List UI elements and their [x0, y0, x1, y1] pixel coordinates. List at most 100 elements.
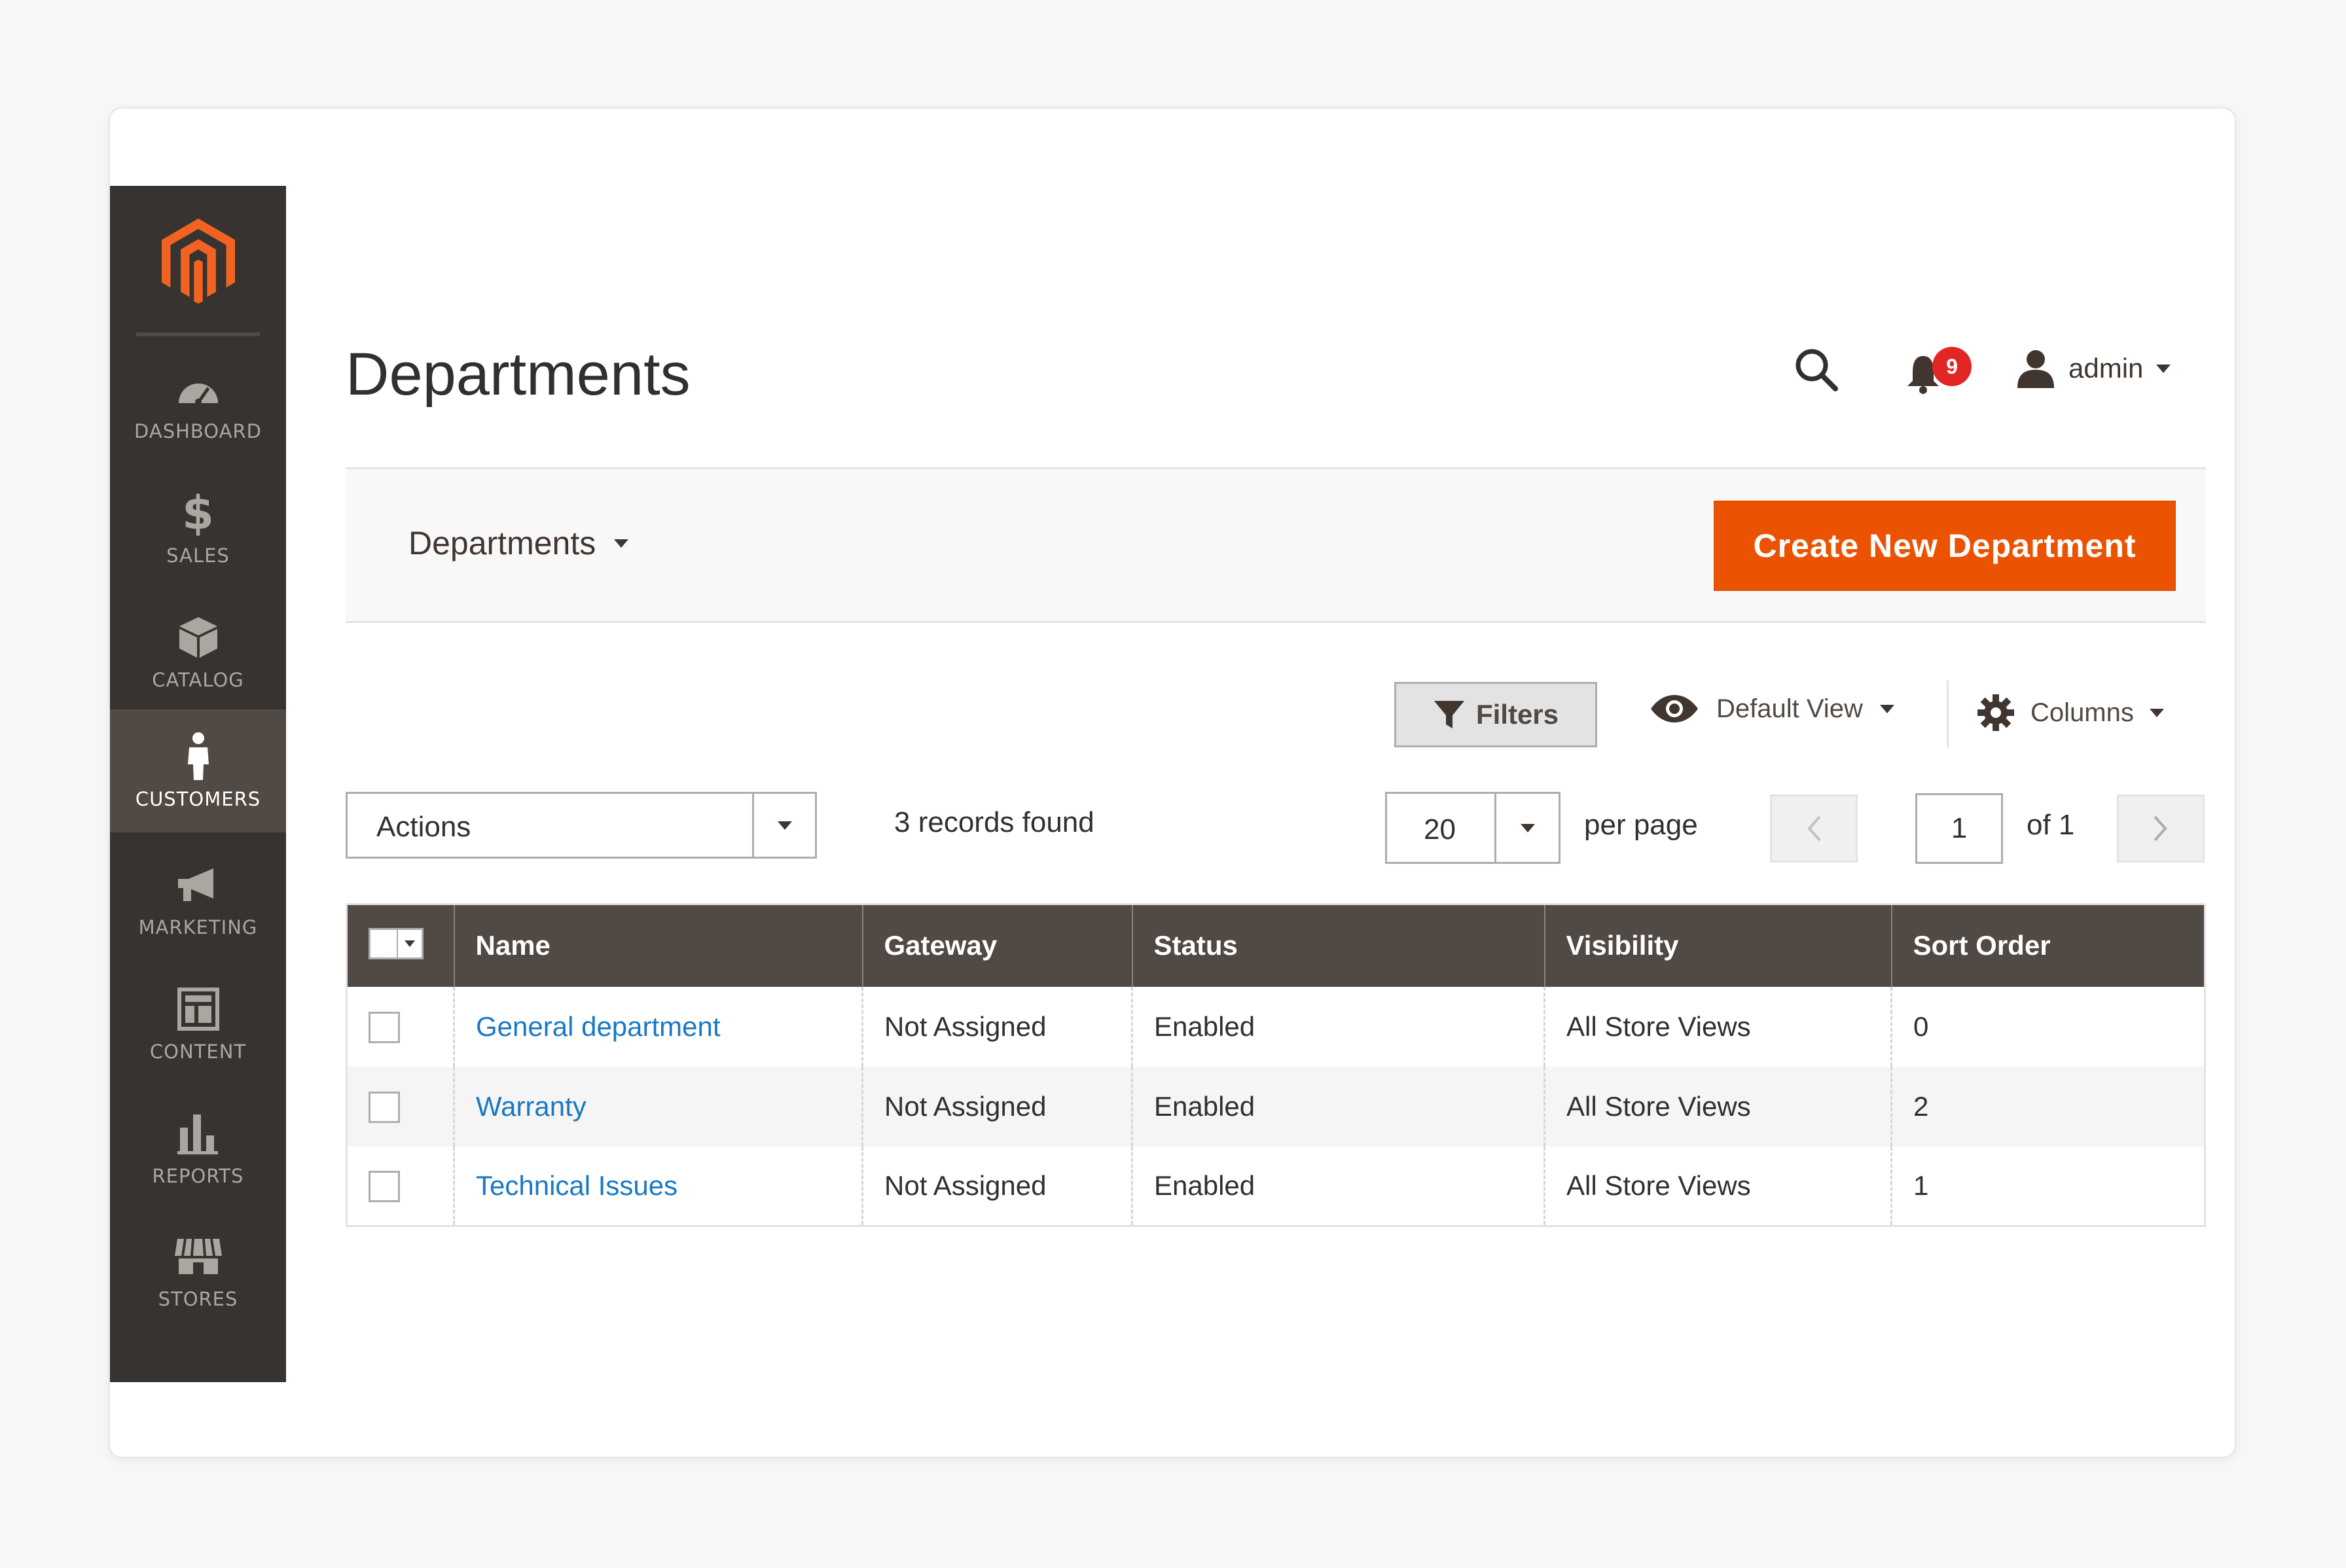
current-page-input[interactable]: 1: [1915, 793, 2003, 864]
sidebar-item-customers[interactable]: CUSTOMERS: [110, 709, 286, 832]
dashboard-icon: [173, 364, 223, 414]
create-new-department-button[interactable]: Create New Department: [1714, 501, 2176, 591]
sidebar-item-label: REPORTS: [152, 1165, 244, 1187]
scope-label: Departments: [408, 525, 596, 561]
column-header-name[interactable]: Name: [454, 904, 863, 987]
sidebar-item-sales[interactable]: $ SALES: [110, 467, 286, 588]
table-row: Technical Issues Not Assigned Enabled Al…: [346, 1146, 2205, 1226]
row-select-cell: [346, 986, 455, 1067]
mass-select-control[interactable]: [369, 927, 424, 959]
previous-page-button[interactable]: [1770, 794, 1858, 863]
chevron-left-icon: [1807, 815, 1821, 842]
table-row: Warranty Not Assigned Enabled All Store …: [346, 1066, 2205, 1147]
admin-sidebar: DASHBOARD $ SALES CATALOG CUSTOMERS MARK…: [110, 186, 286, 1382]
department-link[interactable]: Warranty: [476, 1091, 586, 1122]
mass-select-toggle[interactable]: [398, 929, 422, 957]
chevron-down-icon: [777, 821, 792, 830]
sidebar-item-content[interactable]: CONTENT: [110, 963, 286, 1084]
table-row: General department Not Assigned Enabled …: [346, 986, 2205, 1067]
row-checkbox[interactable]: [369, 1091, 400, 1123]
actions-dropdown-toggle[interactable]: [752, 794, 815, 857]
per-page-value: 20: [1424, 813, 1456, 846]
column-header-gateway[interactable]: Gateway: [862, 904, 1133, 987]
column-header-status[interactable]: Status: [1132, 904, 1545, 987]
sidebar-item-label: CATALOG: [152, 669, 244, 691]
department-link[interactable]: Technical Issues: [476, 1170, 677, 1201]
records-count: 3 records found: [894, 806, 1094, 838]
per-page-label: per page: [1584, 809, 1698, 841]
sidebar-item-label: MARKETING: [138, 916, 258, 938]
sort-order-cell: 1: [1913, 1169, 1929, 1201]
chevron-down-icon: [2156, 364, 2171, 373]
sort-order-cell: 2: [1891, 1066, 2205, 1147]
chevron-down-icon: [405, 940, 415, 947]
filters-label: Filters: [1475, 699, 1559, 730]
row-checkbox[interactable]: [369, 1011, 400, 1043]
visibility-cell: All Store Views: [1544, 1066, 1892, 1147]
next-page-button[interactable]: [2117, 794, 2205, 863]
box-icon: [173, 613, 223, 662]
sidebar-item-dashboard[interactable]: DASHBOARD: [110, 343, 286, 463]
sidebar-item-stores[interactable]: STORES: [110, 1211, 286, 1331]
column-header-visibility[interactable]: Visibility: [1544, 904, 1892, 987]
chevron-down-icon: [614, 539, 629, 548]
columns-label: Columns: [2030, 698, 2134, 727]
name-cell: Technical Issues: [454, 1146, 863, 1226]
layout-icon: [173, 984, 223, 1034]
column-header-sort-order[interactable]: Sort Order: [1891, 904, 2205, 987]
status-cell: Enabled: [1132, 1146, 1545, 1226]
page-title: Departments: [346, 341, 691, 408]
per-page-toggle[interactable]: [1494, 794, 1559, 862]
per-page-select[interactable]: 20: [1385, 792, 1561, 864]
status-cell: Enabled: [1132, 986, 1545, 1067]
content-card: [109, 107, 2236, 1458]
gateway-cell: Not Assigned: [862, 986, 1133, 1067]
department-link[interactable]: General department: [476, 1011, 721, 1042]
name-cell: Warranty: [454, 1066, 863, 1147]
view-switcher[interactable]: Default View: [1650, 694, 1894, 724]
funnel-icon: [1434, 701, 1464, 728]
gateway-cell: Not Assigned: [862, 1146, 1133, 1226]
filters-button[interactable]: Filters: [1394, 682, 1597, 747]
bar-chart-icon: [173, 1109, 223, 1158]
sidebar-item-reports[interactable]: REPORTS: [110, 1088, 286, 1208]
sidebar-item-label: DASHBOARD: [134, 420, 262, 442]
search-icon: [1796, 349, 1838, 391]
mass-select-header: [346, 904, 455, 987]
columns-control[interactable]: Columns: [1977, 694, 2164, 732]
name-cell: General department: [454, 986, 863, 1067]
actions-label: Actions: [376, 811, 471, 843]
magento-logo-icon: [161, 219, 235, 304]
admin-user-menu[interactable]: admin: [2016, 346, 2171, 391]
eye-icon: [1651, 695, 1698, 722]
row-select-cell: [346, 1146, 455, 1226]
gateway-cell: Not Assigned: [862, 1066, 1133, 1147]
grid-header-row: Name Gateway Status Visibility Sort Orde…: [346, 904, 2205, 987]
magento-logo[interactable]: [110, 186, 286, 336]
chevron-down-icon: [2149, 708, 2164, 717]
notification-count-badge: 9: [1932, 347, 1972, 386]
row-checkbox[interactable]: [369, 1171, 400, 1203]
visibility-cell: All Store Views: [1544, 986, 1892, 1067]
status-cell: Enabled: [1132, 1066, 1545, 1147]
select-all-checkbox[interactable]: [370, 929, 398, 957]
visibility-cell: All Store Views: [1544, 1146, 1892, 1226]
mass-actions-dropdown[interactable]: Actions: [346, 792, 817, 859]
sidebar-item-label: CONTENT: [149, 1041, 247, 1063]
person-icon: [173, 732, 223, 781]
row-select-cell: [346, 1066, 455, 1147]
page-actions-bar: Departments Create New Department: [346, 467, 2206, 623]
sidebar-item-catalog[interactable]: CATALOG: [110, 592, 286, 712]
chevron-down-icon: [1520, 823, 1535, 832]
user-icon: [2017, 350, 2054, 388]
gear-icon: [1977, 694, 2014, 731]
megaphone-icon: [173, 860, 223, 910]
view-label: Default View: [1716, 694, 1863, 723]
global-search[interactable]: [1794, 347, 1839, 396]
sidebar-item-marketing[interactable]: MARKETING: [110, 839, 286, 959]
sidebar-item-label: SALES: [166, 544, 230, 567]
toolbar-divider: [1947, 681, 1949, 747]
total-pages-label: of 1: [2027, 809, 2075, 841]
dollar-icon: $: [182, 486, 214, 540]
scope-switcher[interactable]: Departments: [408, 524, 629, 562]
